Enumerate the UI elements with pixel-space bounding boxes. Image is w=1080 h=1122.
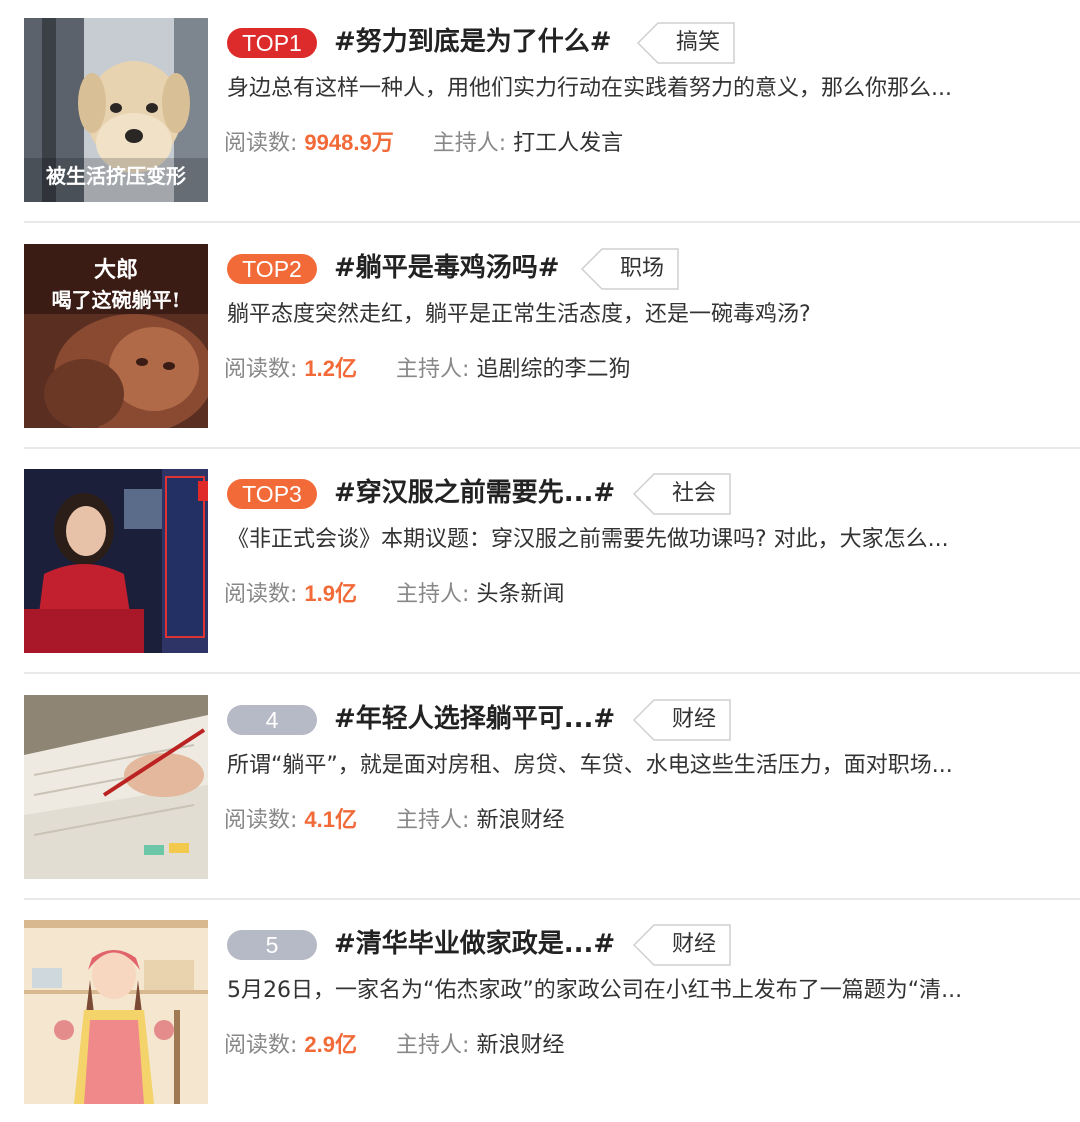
topic-meta: 阅读数: 9948.9万 主持人: 打工人发言 (224, 128, 623, 159)
host-name[interactable]: 追剧综的李二狗 (476, 357, 630, 382)
topic-description: 躺平态度突然走红，躺平是正常生活态度，还是一碗毒鸡汤? (227, 302, 811, 327)
thumbnail-caption-line-1: 大郎 (93, 257, 138, 283)
category-tag[interactable]: 财经 (632, 924, 732, 966)
read-count-value: 9948.9万 (304, 130, 394, 155)
topic-thumbnail[interactable] (24, 469, 208, 653)
category-tag-label: 财经 (671, 707, 716, 732)
divider (24, 898, 1080, 900)
topic-title[interactable]: #年轻人选择躺平可...# (334, 701, 615, 737)
topic-description: 《非正式会谈》本期议题：穿汉服之前需要先做功课吗? 对此，大家怎么... (227, 527, 949, 552)
rank-badge: TOP3 (227, 479, 317, 509)
rank-badge: 4 (227, 705, 317, 735)
category-tag-label: 社会 (671, 481, 716, 506)
category-tag-label: 搞笑 (675, 30, 720, 55)
host-name[interactable]: 新浪财经 (476, 808, 564, 833)
host-label: 主持人: (396, 808, 470, 833)
rank-badge: TOP1 (227, 28, 317, 58)
divider (24, 672, 1080, 674)
divider (24, 447, 1080, 449)
topic-meta: 阅读数: 1.9亿 主持人: 头条新闻 (224, 579, 564, 610)
category-tag-label: 职场 (619, 256, 664, 281)
category-tag[interactable]: 搞笑 (636, 22, 736, 64)
host-name[interactable]: 新浪财经 (476, 1033, 564, 1058)
host-label: 主持人: (396, 357, 470, 382)
topic-description: 所谓“躺平”，就是面对房租、房贷、车贷、水电这些生活压力，面对职场... (227, 753, 953, 778)
read-count-value: 2.9亿 (304, 1032, 358, 1057)
category-tag-label: 财经 (671, 932, 716, 957)
thumbnail-caption: 被生活挤压变形 (46, 164, 186, 188)
category-tag[interactable]: 社会 (632, 473, 732, 515)
topic-list: 被生活挤压变形 TOP1 #努力到底是为了什么# 搞笑 身边总有这样一种人，用他… (0, 0, 1080, 1122)
topic-item-4[interactable]: 4 #年轻人选择躺平可...# 财经 所谓“躺平”，就是面对房租、房贷、车贷、水… (24, 695, 1080, 879)
host-name[interactable]: 打工人发言 (513, 131, 623, 156)
read-count-label: 阅读数: (224, 582, 298, 607)
topic-thumbnail[interactable]: 大郎 喝了这碗躺平! (24, 244, 208, 428)
topic-item-5[interactable]: 5 #清华毕业做家政是...# 财经 5月26日，一家名为“佑杰家政”的家政公司… (24, 920, 1080, 1104)
topic-item-1[interactable]: 被生活挤压变形 TOP1 #努力到底是为了什么# 搞笑 身边总有这样一种人，用他… (24, 18, 1080, 202)
read-count-label: 阅读数: (224, 131, 298, 156)
category-tag[interactable]: 财经 (632, 699, 732, 741)
read-count-label: 阅读数: (224, 808, 298, 833)
rank-badge: TOP2 (227, 254, 317, 284)
topic-meta: 阅读数: 2.9亿 主持人: 新浪财经 (224, 1030, 564, 1061)
read-count-value: 1.2亿 (304, 356, 358, 381)
category-tag[interactable]: 职场 (580, 248, 680, 290)
host-label: 主持人: (432, 131, 507, 156)
host-label: 主持人: (396, 582, 470, 607)
thumbnail-caption-line-2: 喝了这碗躺平! (51, 288, 181, 312)
divider (24, 221, 1080, 223)
topic-item-2[interactable]: 大郎 喝了这碗躺平! TOP2 #躺平是毒鸡汤吗# 职场 躺平态度突然走红，躺平… (24, 244, 1080, 428)
topic-description: 身边总有这样一种人，用他们实力行动在实践着努力的意义，那么你那么... (227, 76, 952, 101)
read-count-label: 阅读数: (224, 1033, 298, 1058)
read-count-value: 4.1亿 (304, 807, 358, 832)
host-name[interactable]: 头条新闻 (476, 582, 564, 607)
topic-meta: 阅读数: 1.2亿 主持人: 追剧综的李二狗 (224, 354, 630, 385)
topic-description: 5月26日，一家名为“佑杰家政”的家政公司在小红书上发布了一篇题为“清... (227, 978, 963, 1003)
topic-title[interactable]: #躺平是毒鸡汤吗# (334, 250, 560, 286)
read-count-label: 阅读数: (224, 357, 298, 382)
host-label: 主持人: (396, 1033, 470, 1058)
topic-title[interactable]: #努力到底是为了什么# (334, 24, 612, 60)
topic-title[interactable]: #清华毕业做家政是...# (334, 926, 615, 962)
topic-title[interactable]: #穿汉服之前需要先...# (334, 475, 615, 511)
topic-thumbnail[interactable] (24, 695, 208, 879)
read-count-value: 1.9亿 (304, 581, 358, 606)
topic-thumbnail[interactable]: 被生活挤压变形 (24, 18, 208, 202)
topic-meta: 阅读数: 4.1亿 主持人: 新浪财经 (224, 805, 564, 836)
topic-item-3[interactable]: TOP3 #穿汉服之前需要先...# 社会 《非正式会谈》本期议题：穿汉服之前需… (24, 469, 1080, 653)
rank-badge: 5 (227, 930, 317, 960)
topic-thumbnail[interactable] (24, 920, 208, 1104)
